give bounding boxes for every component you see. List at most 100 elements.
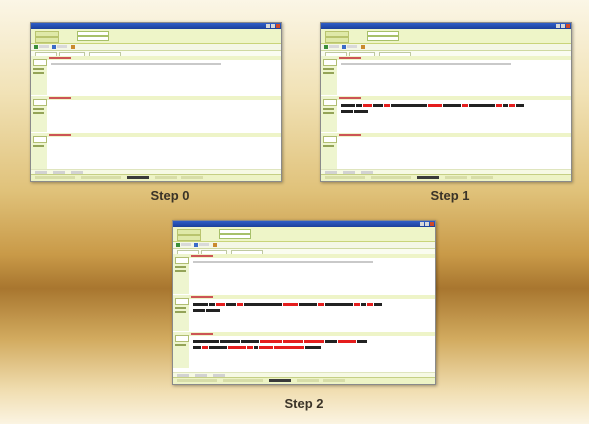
status-item [177,379,217,382]
toolbar-label [347,45,357,48]
panel-label [33,145,44,147]
settings-icon[interactable] [361,45,365,49]
panel-label [323,108,334,110]
status-bar [321,174,571,181]
close-icon[interactable] [566,24,570,28]
save-icon[interactable] [34,45,38,49]
step-0-label: Step 0 [150,188,190,203]
open-icon[interactable] [194,243,198,247]
header-button[interactable] [177,235,201,241]
panel-sidebar [31,133,48,169]
panel-body[interactable] [337,60,571,95]
minimize-icon[interactable] [420,222,424,226]
panel-sidebar [173,295,190,331]
status-item [81,176,121,179]
status-button[interactable] [155,176,177,179]
screenshot-step-2 [172,220,436,385]
open-icon[interactable] [52,45,56,49]
panel-body[interactable] [47,60,281,95]
header-field[interactable] [367,36,399,41]
status-bar [173,377,435,384]
toolbar [173,242,435,249]
header-button[interactable] [325,37,349,43]
status-button[interactable] [471,176,493,179]
source-panel [173,254,435,294]
status-item [223,379,263,382]
minimize-icon[interactable] [556,24,560,28]
panel-title [339,97,361,99]
panel-body[interactable] [337,137,571,169]
save-icon[interactable] [324,45,328,49]
panel-label [175,270,186,272]
panel-sidebar [321,133,338,169]
panel-body[interactable] [337,100,571,132]
panel-body[interactable] [47,137,281,169]
panel-label [33,112,44,114]
status-button[interactable] [297,379,319,382]
toolbar-label [57,45,67,48]
header-field[interactable] [77,36,109,41]
panel-title [191,333,213,335]
translated-text-line [193,309,220,312]
save-icon[interactable] [176,243,180,247]
header-button[interactable] [35,37,59,43]
translation-panel [321,96,571,132]
panel-button[interactable] [33,59,47,66]
source-panel [31,56,281,95]
maximize-icon[interactable] [425,222,429,226]
toolbar [321,44,571,51]
minimize-icon[interactable] [266,24,270,28]
status-button[interactable] [269,379,291,382]
panel-title [191,296,213,298]
panel-label [175,266,186,268]
panel-title [339,134,361,136]
panel-label [323,68,334,70]
header-field[interactable] [219,234,251,239]
panel-button[interactable] [323,59,337,66]
source-text-line [341,63,511,65]
status-button[interactable] [323,379,345,382]
panel-button[interactable] [175,335,189,342]
status-item [371,176,411,179]
status-button[interactable] [417,176,439,179]
close-icon[interactable] [430,222,434,226]
close-icon[interactable] [276,24,280,28]
panel-button[interactable] [323,99,337,106]
header-area [31,29,281,44]
panel-body[interactable] [189,336,435,368]
step-1-label: Step 1 [430,188,470,203]
panel-button[interactable] [33,99,47,106]
settings-icon[interactable] [71,45,75,49]
panel-label [175,307,186,309]
status-button[interactable] [445,176,467,179]
source-text-line [193,261,373,263]
panel-sidebar [31,96,48,132]
panel-label [33,108,44,110]
settings-icon[interactable] [213,243,217,247]
source-text-line [51,63,221,65]
panel-label [323,112,334,114]
panel-body[interactable] [47,100,281,132]
panel-button[interactable] [323,136,337,143]
panel-title [191,255,213,257]
panel-button[interactable] [175,257,189,264]
translation-panel [173,295,435,331]
translated-text-line [193,303,382,306]
source-panel [321,56,571,95]
panel-button[interactable] [33,136,47,143]
panel-body[interactable] [189,258,435,294]
panel-body[interactable] [189,299,435,331]
panel-label [323,72,334,74]
maximize-icon[interactable] [561,24,565,28]
translated-text-line [341,110,368,113]
panel-sidebar [173,254,190,294]
panel-label [323,145,334,147]
status-button[interactable] [181,176,203,179]
panel-button[interactable] [175,298,189,305]
status-item [325,176,365,179]
maximize-icon[interactable] [271,24,275,28]
toolbar [31,44,281,51]
open-icon[interactable] [342,45,346,49]
status-button[interactable] [127,176,149,179]
output-text-line [193,340,367,343]
